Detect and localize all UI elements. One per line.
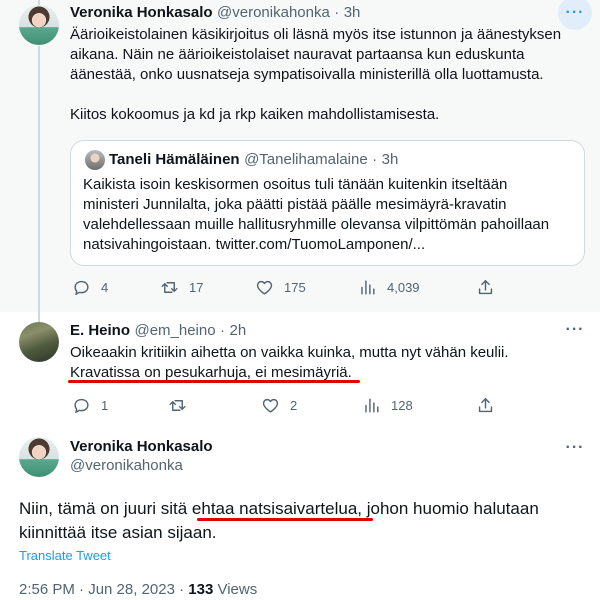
- tweet-text-part: , johon huomio halutaan: [357, 499, 539, 518]
- views-label: Views: [213, 581, 258, 598]
- share-icon: [478, 280, 493, 295]
- tweet-time[interactable]: 3h: [344, 4, 361, 21]
- heart-icon: [256, 280, 273, 295]
- author-name[interactable]: Veronika Honkasalo: [70, 438, 213, 455]
- quoted-author-name: Taneli Hämäläinen: [109, 151, 240, 168]
- dot-separator: ·: [334, 4, 340, 21]
- author-handle[interactable]: @em_heino: [134, 322, 215, 339]
- highlighted-phrase: ehtaa natsisaivartelua: [191, 499, 358, 518]
- retweet-button[interactable]: 17: [160, 278, 203, 297]
- translate-tweet-link[interactable]: Translate Tweet: [19, 548, 111, 563]
- avatar-taneli: [85, 150, 105, 170]
- heart-icon: [262, 398, 279, 413]
- tweet-text-line: äänestää, onko uusnatseja sympatisoivall…: [70, 66, 544, 83]
- tweet-text-line: Äärioikeistolainen käsikirjoitus oli läs…: [70, 26, 562, 43]
- tweet-text-part: Niin, tämä on juuri sitä: [19, 499, 192, 518]
- tweet-3-text: Niin, tämä on juuri sitä ehtaa natsisaiv…: [19, 497, 594, 545]
- reply-button[interactable]: 1: [72, 396, 108, 415]
- quoted-text-line: natsivahingoistaan. twitter.com/TuomoLam…: [83, 236, 426, 253]
- tweet-2-text: Oikeaakin kritiikin aihetta on vaikka ku…: [70, 343, 590, 383]
- tweet-1-text: Äärioikeistolainen käsikirjoitus oli läs…: [70, 25, 590, 125]
- like-button[interactable]: 2: [261, 396, 297, 415]
- share-icon: [478, 398, 493, 413]
- reply-icon: [74, 398, 89, 413]
- reply-count: 4: [101, 280, 109, 295]
- tweet-3-header: Veronika Honkasalo @veronikahonka: [70, 438, 213, 474]
- red-underline-annotation: [197, 518, 373, 521]
- like-count: 175: [284, 280, 306, 295]
- like-count: 2: [290, 398, 298, 413]
- author-name[interactable]: E. Heino: [70, 322, 130, 339]
- retweet-count: 17: [189, 280, 204, 295]
- reply-count: 1: [101, 398, 109, 413]
- views-icon: [365, 398, 379, 413]
- author-name[interactable]: Veronika Honkasalo: [70, 4, 213, 21]
- avatar-veronika[interactable]: [19, 5, 59, 45]
- share-button[interactable]: [476, 278, 495, 297]
- tweet-text-line: aikana. Näin ne äärioikeistolaiset naura…: [70, 46, 525, 63]
- views-icon: [361, 280, 375, 295]
- thread-line-1: [38, 46, 40, 322]
- views-count: 128: [391, 398, 413, 413]
- author-handle[interactable]: @veronikahonka: [70, 457, 213, 474]
- quoted-tweet-time: 3h: [381, 151, 399, 168]
- avatar-veronika[interactable]: [19, 437, 59, 477]
- quoted-tweet-text: Kaikista isoin keskisormen osoitus tuli …: [83, 175, 583, 255]
- more-options-button[interactable]: ···: [558, 313, 592, 347]
- more-options-button[interactable]: ···: [558, 431, 592, 465]
- tweet-text-line: kiinnittää itse asian sijaan.: [19, 523, 217, 542]
- like-button[interactable]: 175: [255, 278, 306, 297]
- retweet-icon: [161, 282, 178, 293]
- tweet-1-header: Veronika Honkasalo @veronikahonka · 3h: [70, 4, 360, 22]
- views-button[interactable]: 128: [362, 396, 413, 415]
- tweet-text-line: Oikeaakin kritiikin aihetta on vaikka ku…: [70, 344, 509, 361]
- quoted-tweet-card[interactable]: Taneli Hämäläinen @Tanelihamalaine · 3h …: [70, 140, 585, 266]
- tweet-meta: 2:56 PM · Jun 28, 2023 · 133 Views: [19, 581, 257, 598]
- red-underline-annotation: [68, 380, 360, 383]
- quoted-author-handle: @Tanelihamalaine: [244, 151, 368, 168]
- dot-separator: ·: [220, 322, 226, 339]
- tweet-2-header: E. Heino @em_heino · 2h: [70, 322, 246, 340]
- tweet-text-line: Kiitos kokoomus ja kd ja rkp kaiken mahd…: [70, 106, 440, 123]
- dot-separator: ·: [372, 151, 378, 168]
- author-handle[interactable]: @veronikahonka: [217, 4, 330, 21]
- reply-button[interactable]: 4: [72, 278, 108, 297]
- quoted-text-line: ministeri Junnilalta, joka päätti pistää…: [83, 196, 507, 213]
- avatar-e-heino[interactable]: [19, 322, 59, 362]
- tweet-time[interactable]: 2h: [229, 322, 246, 339]
- quoted-tweet-header: Taneli Hämäläinen @Tanelihamalaine · 3h: [109, 151, 398, 169]
- reply-icon: [74, 280, 89, 295]
- views-button[interactable]: 4,039: [358, 278, 420, 297]
- views-count: 4,039: [387, 280, 420, 295]
- timestamp[interactable]: 2:56 PM · Jun 28, 2023 ·: [19, 581, 188, 598]
- retweet-icon: [169, 400, 186, 411]
- quoted-text-line: Kaikista isoin keskisormen osoitus tuli …: [83, 176, 508, 193]
- quoted-text-line: valehdellessaan muille hallitusryhmille …: [83, 216, 550, 233]
- share-button[interactable]: [476, 396, 495, 415]
- views-count: 133: [188, 581, 214, 598]
- retweet-button[interactable]: [168, 396, 197, 415]
